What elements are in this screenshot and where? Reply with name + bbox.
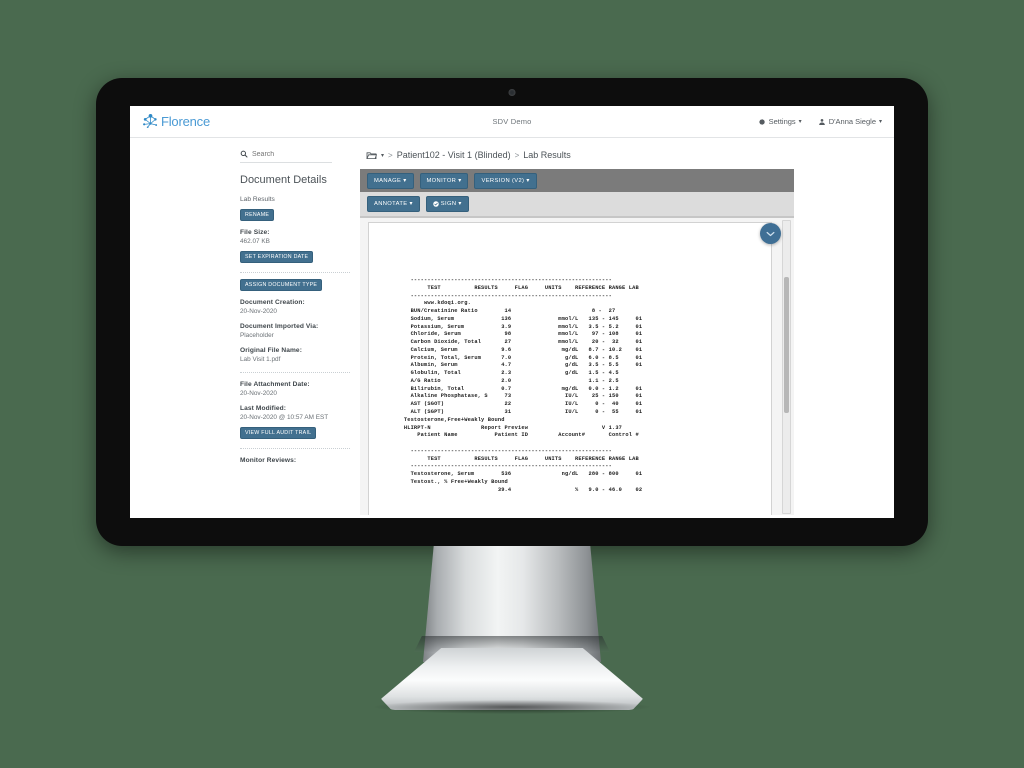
original-filename-value: Lab Visit 1.pdf (240, 356, 281, 363)
rename-button[interactable]: RENAME (240, 209, 275, 221)
document-name: Lab Results (240, 196, 275, 203)
file-size-value: 462.07 KB (240, 238, 270, 245)
primary-toolbar: MANAGE ▾ MONITOR ▾ VERSION (V2) ▾ (360, 169, 794, 192)
last-modified-label: Last Modified: (240, 405, 287, 412)
user-menu[interactable]: D'Anna Siegle ▾ (818, 117, 882, 126)
lab-report-text: ----------------------------------------… (403, 277, 643, 493)
app-header: Florence SDV Demo Settings ▾ D'Anna Sieg… (130, 106, 894, 138)
annotate-label: ANNOTATE (374, 201, 408, 207)
collapse-panel-button[interactable] (760, 223, 781, 244)
scrollbar-thumb[interactable] (784, 277, 789, 413)
sign-label: SIGN (440, 201, 457, 207)
divider (240, 448, 350, 449)
attachment-date-value: 20-Nov-2020 (240, 390, 277, 397)
logo-text: Florence (161, 114, 210, 129)
version-label: VERSION (V2) (481, 177, 525, 184)
document-details-title: Document Details (240, 174, 327, 186)
annotate-menu-button[interactable]: ANNOTATE ▾ (367, 196, 420, 212)
chevron-down-icon: ▾ (409, 201, 413, 207)
chevron-down-icon: ▾ (403, 177, 407, 184)
imported-via-label: Document Imported Via: (240, 323, 319, 330)
divider (240, 372, 350, 373)
manage-label: MANAGE (374, 177, 402, 184)
header-right-group: Settings ▾ D'Anna Siegle ▾ (758, 117, 882, 126)
document-creation-value: 20-Nov-2020 (240, 308, 277, 315)
screen: Florence SDV Demo Settings ▾ D'Anna Sieg… (130, 106, 894, 518)
app-body: Document Details Lab Results RENAME File… (130, 138, 894, 518)
breadcrumb-separator: > (514, 150, 520, 160)
main-content: ▾ > Patient102 - Visit 1 (Blinded) > Lab… (360, 138, 894, 518)
monitor-drop-shadow (374, 700, 650, 714)
webcam-icon (508, 89, 516, 96)
divider (240, 272, 350, 273)
breadcrumb-separator: > (388, 150, 393, 160)
gear-icon (758, 118, 765, 125)
imported-via-value: Placeholder (240, 332, 274, 339)
original-filename-label: Original File Name: (240, 347, 302, 354)
chevron-down-icon: ▾ (878, 119, 882, 125)
sidebar: Document Details Lab Results RENAME File… (130, 138, 360, 518)
document-page: ----------------------------------------… (368, 222, 772, 515)
check-circle-icon (433, 201, 439, 207)
search-input[interactable] (252, 150, 322, 158)
monitor-menu-button[interactable]: MONITOR ▾ (419, 172, 469, 189)
breadcrumb-item-current: Lab Results (523, 150, 571, 160)
document-metadata-list: Lab Results RENAME File Size: 462.07 KB … (240, 196, 350, 464)
last-modified-value: 20-Nov-2020 @ 10:57 AM EST (240, 414, 329, 421)
chevron-down-icon: ▾ (798, 119, 802, 125)
user-icon (818, 118, 825, 125)
network-nodes-icon (143, 113, 158, 129)
chevron-down-icon: ▾ (458, 201, 462, 207)
chevron-down-icon (766, 231, 775, 236)
settings-menu[interactable]: Settings ▾ (758, 117, 802, 126)
chevron-down-icon: ▾ (458, 177, 462, 184)
document-creation-label: Document Creation: (240, 299, 305, 306)
document-scrollbar[interactable] (782, 220, 791, 514)
version-menu-button[interactable]: VERSION (V2) ▾ (474, 172, 537, 189)
search-box[interactable] (240, 150, 332, 163)
manage-menu-button[interactable]: MANAGE ▾ (367, 172, 414, 189)
sign-menu-button[interactable]: SIGN ▾ (425, 196, 469, 212)
search-icon (240, 150, 248, 158)
monitor-reviews-label: Monitor Reviews: (240, 457, 297, 464)
monitor-label: MONITOR (426, 177, 457, 184)
attachment-date-label: File Attachment Date: (240, 381, 310, 388)
set-expiration-date-button[interactable]: SET EXPIRATION DATE (240, 251, 314, 263)
environment-label: SDV Demo (492, 117, 532, 126)
user-label: D'Anna Siegle (828, 117, 876, 126)
file-size-label: File Size: (240, 229, 270, 236)
breadcrumb-item-visit[interactable]: Patient102 - Visit 1 (Blinded) (397, 150, 511, 160)
settings-label: Settings (768, 117, 796, 126)
breadcrumb-chevron-down-icon[interactable]: ▾ (381, 152, 384, 159)
document-viewer: ----------------------------------------… (360, 217, 794, 515)
app-logo[interactable]: Florence (142, 113, 210, 130)
folder-icon[interactable] (366, 151, 377, 160)
chevron-down-icon: ▾ (526, 177, 530, 184)
secondary-toolbar: ANNOTATE ▾ SIGN ▾ (360, 192, 794, 217)
breadcrumb: ▾ > Patient102 - Visit 1 (Blinded) > Lab… (360, 150, 894, 160)
monitor-bezel: Florence SDV Demo Settings ▾ D'Anna Sieg… (96, 78, 928, 546)
assign-document-type-button[interactable]: ASSIGN DOCUMENT TYPE (240, 279, 323, 291)
view-full-audit-trail-button[interactable]: VIEW FULL AUDIT TRAIL (240, 427, 317, 439)
